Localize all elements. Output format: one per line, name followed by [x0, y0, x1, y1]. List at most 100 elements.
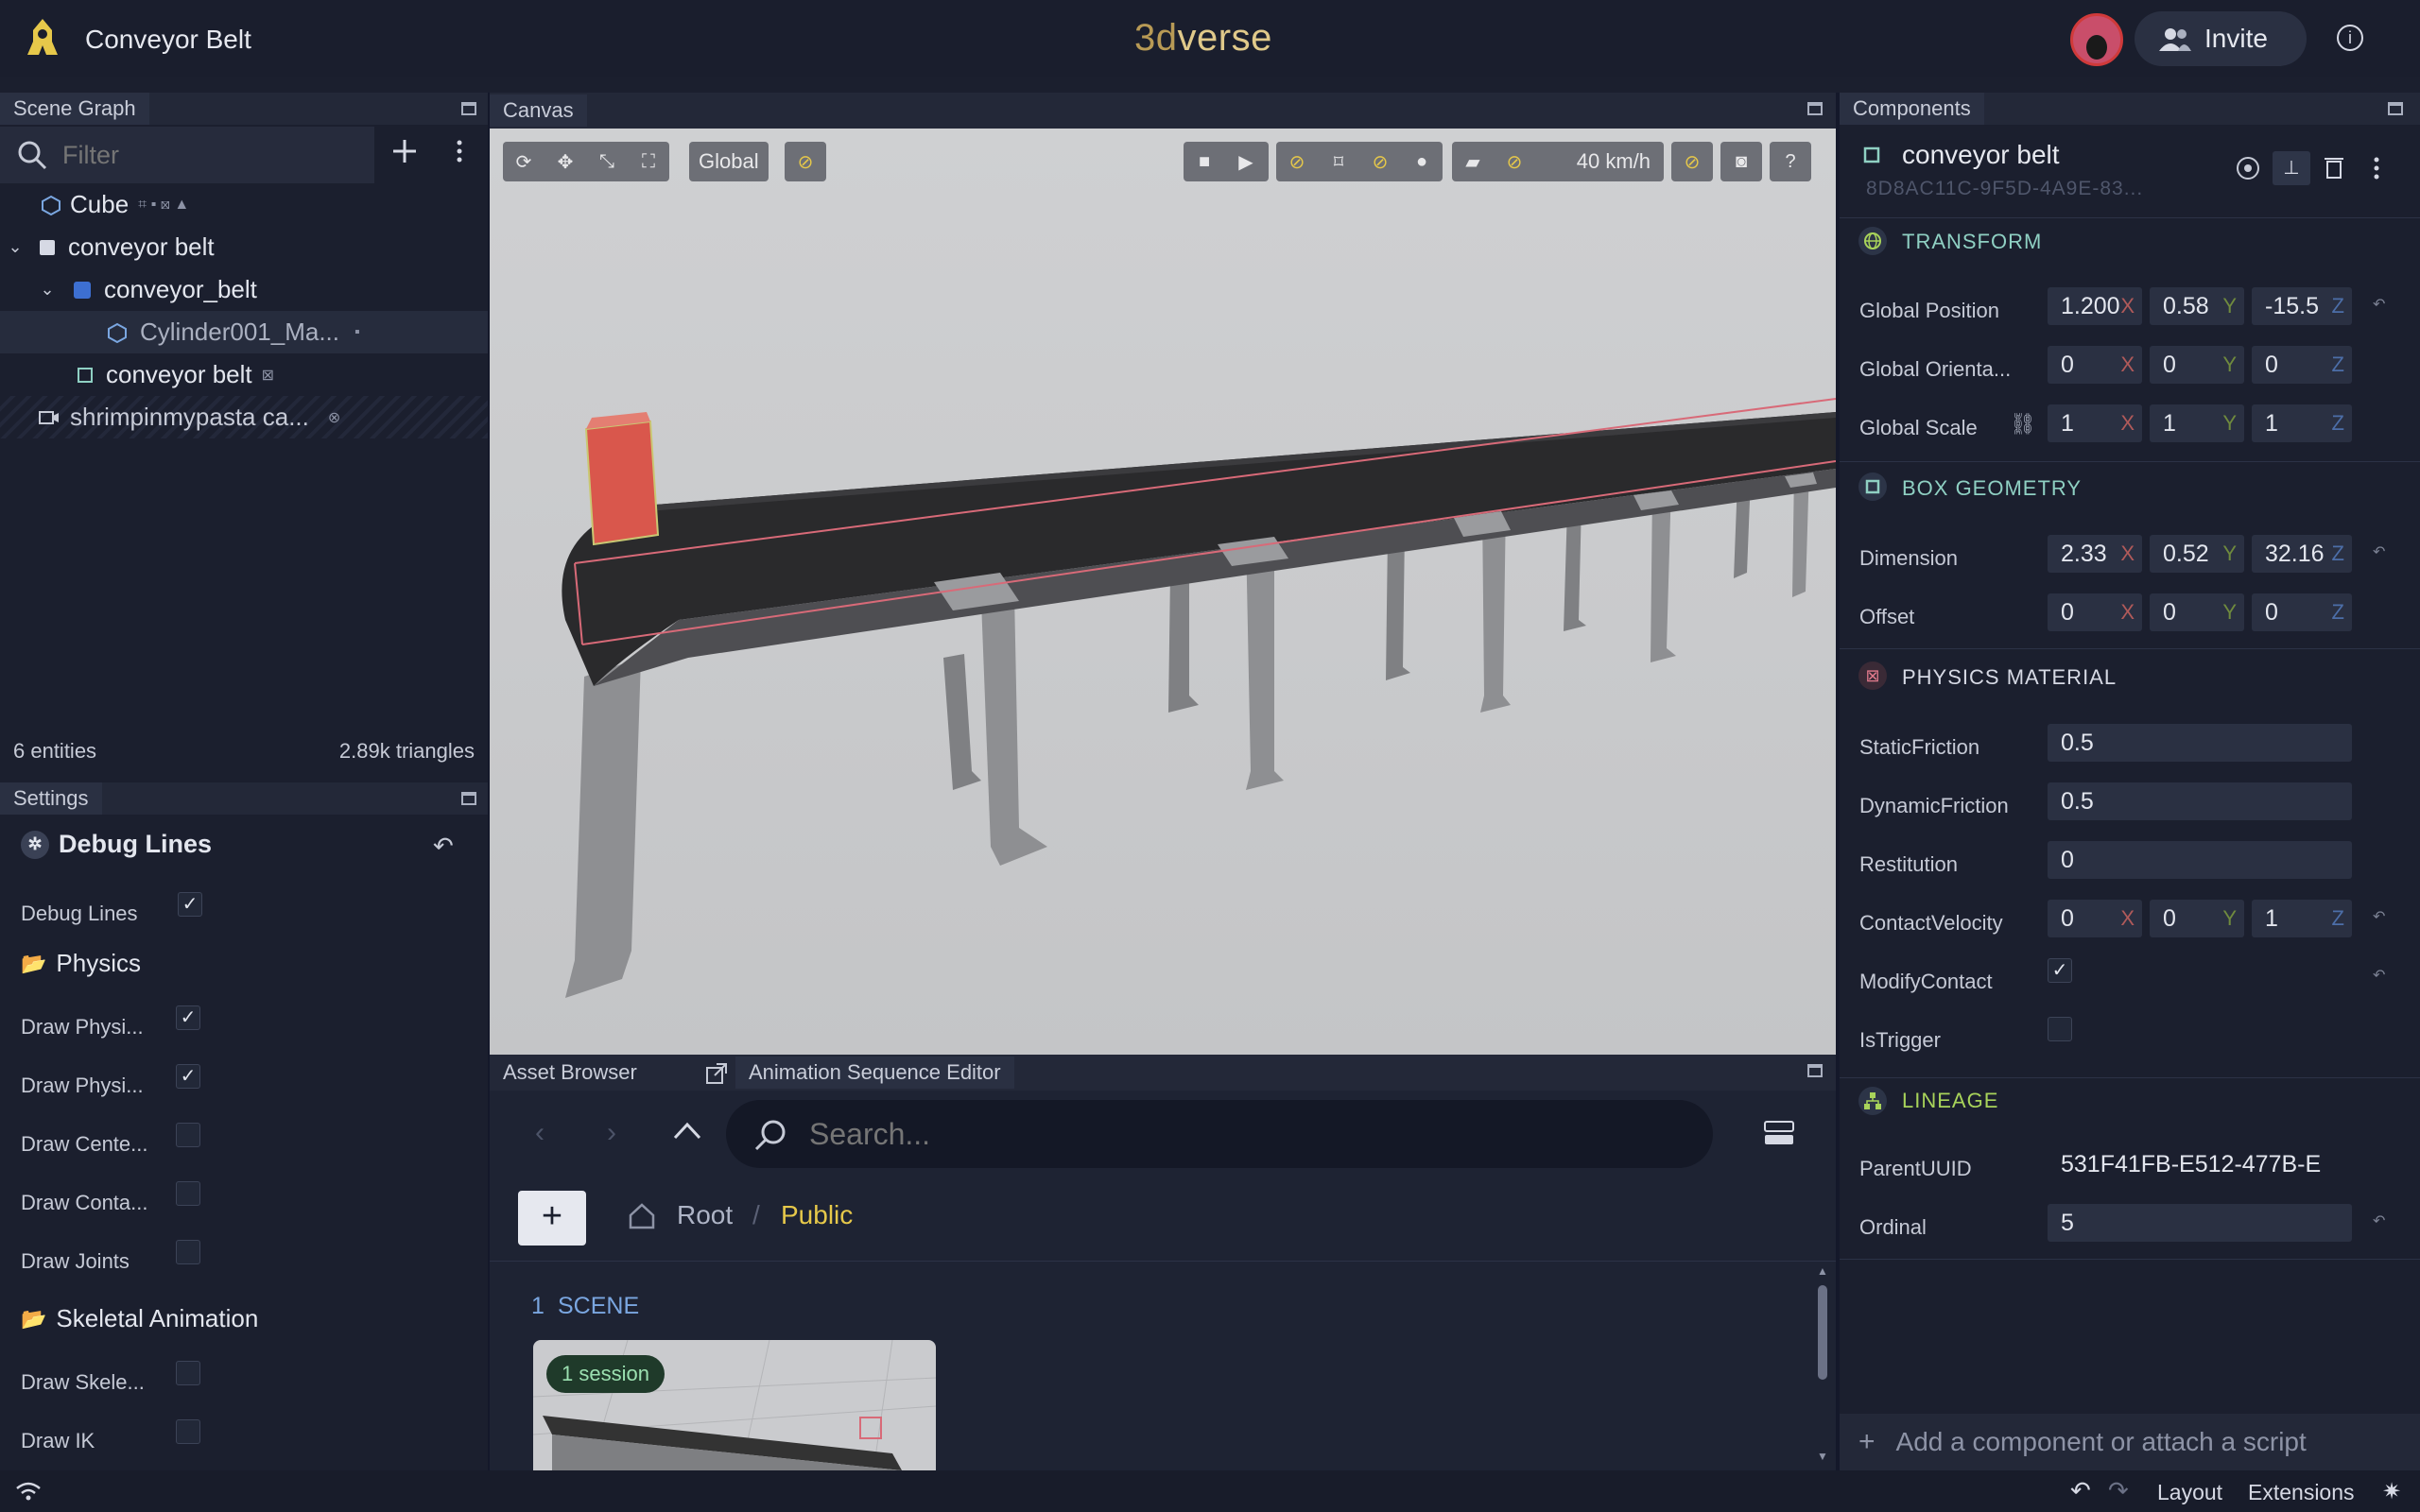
contact-velocity-y-field[interactable]: 0Y: [2150, 900, 2244, 937]
is-trigger-checkbox[interactable]: [2048, 1017, 2072, 1041]
maximize-icon[interactable]: [1807, 1064, 1823, 1077]
canvas-tab[interactable]: Canvas: [490, 94, 587, 127]
link-icon[interactable]: ⛓: [2010, 412, 2036, 437]
scale-z-field[interactable]: 1Z: [2252, 404, 2352, 442]
lineage-title[interactable]: LINEAGE: [1902, 1089, 1998, 1113]
asset-search[interactable]: [726, 1100, 1713, 1168]
restitution-field[interactable]: 0: [2048, 841, 2352, 879]
reset-icon[interactable]: ↶: [433, 832, 454, 861]
stop-icon[interactable]: ■: [1184, 142, 1225, 181]
delete-icon[interactable]: [2324, 155, 2344, 180]
home-icon[interactable]: [628, 1202, 656, 1230]
extensions-menu[interactable]: Extensions: [2248, 1480, 2355, 1505]
dimension-y-field[interactable]: 0.52 Y: [2150, 535, 2244, 573]
dynamic-friction-field[interactable]: 0.5: [2048, 782, 2352, 820]
wifi-icon[interactable]: [15, 1482, 42, 1501]
position-x-field[interactable]: 1.200 X: [2048, 287, 2142, 325]
info-icon[interactable]: i: [2337, 25, 2363, 51]
scene-graph-tab[interactable]: Scene Graph: [0, 93, 149, 125]
modify-contact-checkbox[interactable]: ✓: [2048, 958, 2072, 983]
physics-material-title[interactable]: PHYSICS MATERIAL: [1902, 665, 2117, 690]
orientation-x-field[interactable]: 0X: [2048, 346, 2142, 384]
box-geometry-title[interactable]: BOX GEOMETRY: [1902, 476, 2082, 501]
grid-off-icon[interactable]: ⊘: [1276, 142, 1318, 181]
debug-lines-checkbox[interactable]: ✓: [178, 892, 202, 917]
draw-contact-checkbox[interactable]: [176, 1181, 200, 1206]
snap-toggle[interactable]: ⊘: [785, 142, 826, 181]
more-options-icon[interactable]: [2371, 155, 2382, 181]
space-mode-button[interactable]: Global: [689, 142, 769, 181]
draw-center-checkbox[interactable]: [176, 1123, 200, 1147]
bug-icon[interactable]: ✷: [2382, 1478, 2401, 1505]
bounds-icon[interactable]: ⛶: [628, 142, 669, 181]
tree-item-cylinder[interactable]: Cylinder001_Ma... ▪: [0, 311, 488, 353]
orientation-y-field[interactable]: 0Y: [2150, 346, 2244, 384]
help-button[interactable]: ?: [1770, 142, 1811, 181]
box-icon[interactable]: ⌑: [1318, 142, 1359, 181]
fly-off-icon[interactable]: ⊘: [1494, 142, 1535, 181]
play-icon[interactable]: ▶: [1225, 142, 1267, 181]
user-avatar[interactable]: [2070, 13, 2123, 66]
draw-ik-checkbox[interactable]: [176, 1419, 200, 1444]
tree-item-conveyor-belt-box[interactable]: conveyor belt ⊠: [0, 353, 488, 396]
undo-icon[interactable]: ↶: [2070, 1476, 2091, 1505]
orientation-z-field[interactable]: 0Z: [2252, 346, 2352, 384]
view-mode-icon[interactable]: [1764, 1121, 1794, 1145]
pin-icon[interactable]: ⊥: [2273, 151, 2310, 185]
scrollbar[interactable]: ▲ ▼: [1815, 1264, 1830, 1467]
asset-browser-tab[interactable]: Asset Browser: [490, 1057, 650, 1089]
tree-item-camera[interactable]: shrimpinmypasta ca... ⊗: [0, 396, 488, 438]
reset-icon[interactable]: ↶: [2373, 542, 2385, 561]
visibility-icon[interactable]: [2237, 157, 2259, 180]
filter-field[interactable]: [0, 127, 374, 183]
divider[interactable]: [1836, 93, 1840, 1470]
draw-physics-checkbox[interactable]: ✓: [176, 1064, 200, 1089]
draw-physics-checkbox[interactable]: ✓: [176, 1005, 200, 1030]
refresh-icon[interactable]: ⟳: [503, 142, 544, 181]
breadcrumb-root[interactable]: Root: [677, 1200, 733, 1230]
move-icon[interactable]: ✥: [544, 142, 586, 181]
breadcrumb-public[interactable]: Public: [781, 1200, 853, 1230]
scale-y-field[interactable]: 1Y: [2150, 404, 2244, 442]
offset-x-field[interactable]: 0X: [2048, 593, 2142, 631]
reset-icon[interactable]: ↶: [2373, 966, 2385, 985]
lighting-toggle[interactable]: ⊘: [1671, 142, 1713, 181]
chevron-down-icon[interactable]: ⌄: [36, 280, 59, 300]
camera-speed[interactable]: 40 km/h: [1535, 149, 1664, 174]
offset-y-field[interactable]: 0Y: [2150, 593, 2244, 631]
external-link-icon[interactable]: [705, 1062, 728, 1085]
animation-editor-tab[interactable]: Animation Sequence Editor: [735, 1057, 1014, 1089]
position-z-field[interactable]: -15.5 Z: [2252, 287, 2352, 325]
entity-name[interactable]: conveyor belt: [1902, 140, 2060, 170]
asset-search-input[interactable]: [809, 1115, 1660, 1153]
draw-joints-checkbox[interactable]: [176, 1240, 200, 1264]
scale-icon[interactable]: ⤡: [586, 142, 628, 181]
invite-button[interactable]: Invite: [2135, 11, 2307, 66]
video-camera-icon[interactable]: ▰: [1452, 142, 1494, 181]
dimension-x-field[interactable]: 2.33 X: [2048, 535, 2142, 573]
tree-item-cube[interactable]: Cube ⌗ ▪ ⊠ ▲: [0, 183, 488, 226]
back-icon[interactable]: ‹: [535, 1117, 544, 1149]
offset-z-field[interactable]: 0Z: [2252, 593, 2352, 631]
screenshot-button[interactable]: ◙: [1720, 142, 1762, 181]
ordinal-field[interactable]: 5: [2048, 1204, 2352, 1242]
forward-icon[interactable]: ›: [607, 1117, 616, 1149]
add-entity-icon[interactable]: [391, 138, 418, 164]
filter-input[interactable]: [62, 138, 365, 172]
reset-icon[interactable]: ↶: [2373, 295, 2385, 314]
chevron-down-icon[interactable]: ⌄: [4, 237, 26, 257]
maximize-icon[interactable]: [461, 102, 476, 115]
app-logo-icon[interactable]: [21, 15, 64, 60]
add-asset-button[interactable]: +: [518, 1191, 586, 1246]
skeletal-group-title[interactable]: 📂 Skeletal Animation: [21, 1304, 258, 1333]
add-component-button[interactable]: + Add a component or attach a script: [1840, 1414, 2420, 1470]
more-options-icon[interactable]: [450, 138, 469, 164]
redo-icon[interactable]: ↷: [2108, 1476, 2129, 1505]
reset-icon[interactable]: ↶: [2373, 1211, 2385, 1230]
physics-group-title[interactable]: 📂 Physics: [21, 949, 141, 978]
up-icon[interactable]: [673, 1121, 701, 1140]
scene-thumbnail[interactable]: 1 session: [533, 1340, 936, 1470]
position-y-field[interactable]: 0.58 Y: [2150, 287, 2244, 325]
settings-tab[interactable]: Settings: [0, 782, 102, 815]
layout-menu[interactable]: Layout: [2157, 1480, 2222, 1505]
